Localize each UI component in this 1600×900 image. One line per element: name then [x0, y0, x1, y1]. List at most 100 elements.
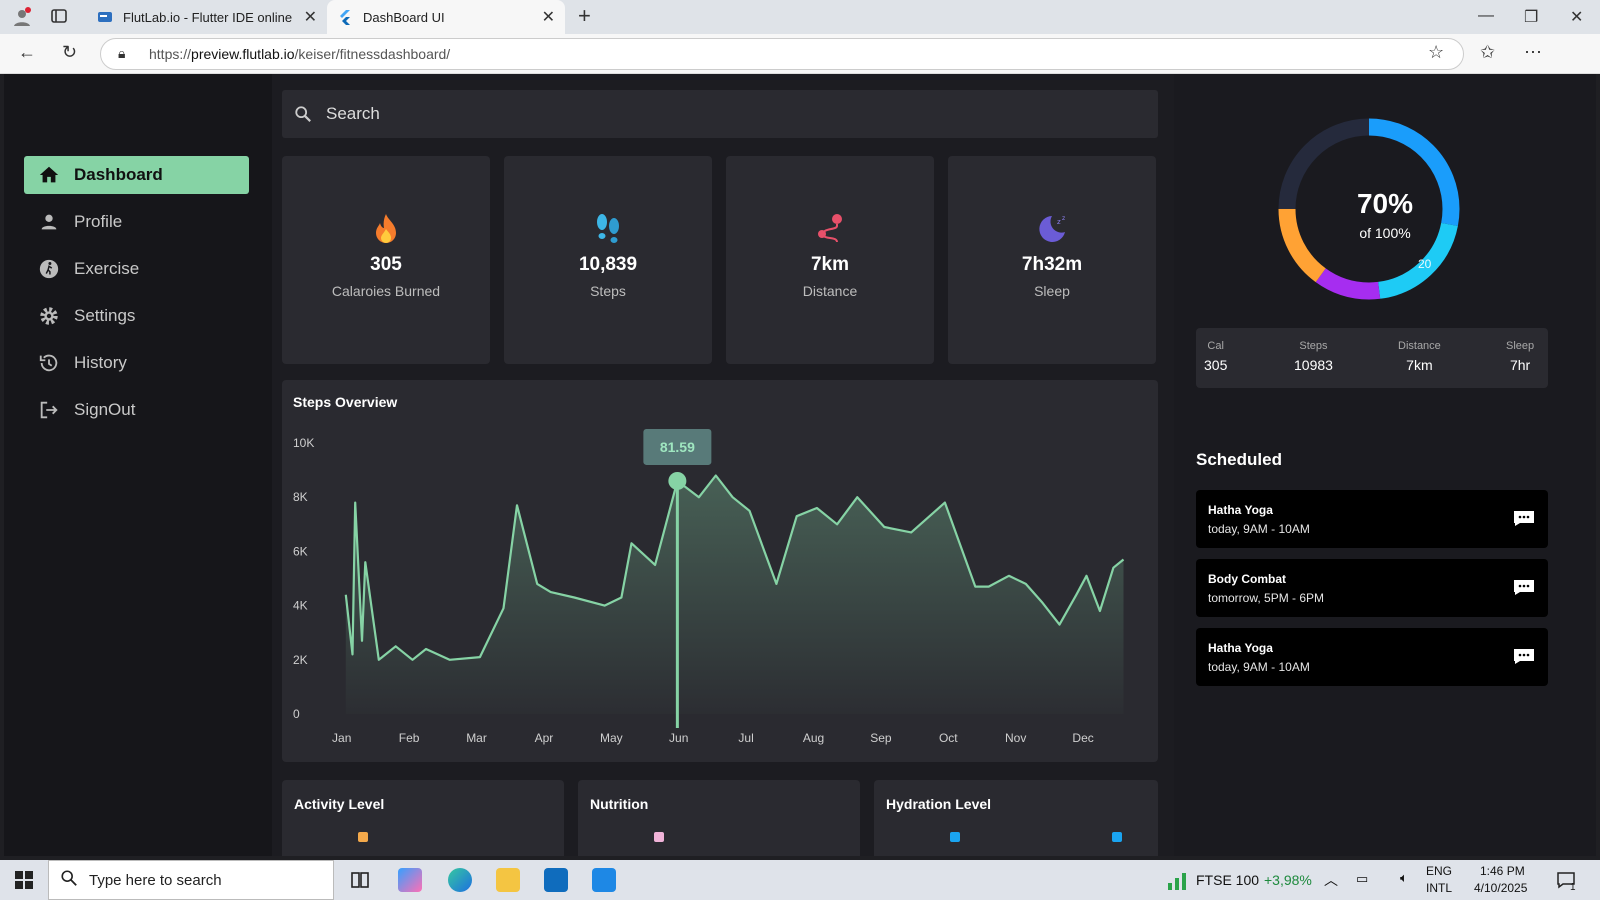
summary-key: Distance	[1398, 340, 1441, 352]
minimize-icon[interactable]: —	[1478, 7, 1494, 25]
x-tick-label: Aug	[803, 731, 824, 745]
taskbar-search-input[interactable]: Type here to search	[48, 860, 334, 900]
footsteps-icon	[504, 212, 712, 246]
search-input[interactable]: Search	[282, 90, 1158, 138]
tab-title: DashBoard UI	[363, 9, 445, 25]
tab-actions-icon[interactable]	[50, 7, 68, 30]
event-name: Body Combat	[1208, 572, 1286, 586]
nutrition-card: Nutrition	[578, 780, 860, 856]
reload-icon[interactable]: ↻	[62, 42, 77, 63]
summary-key: Steps	[1299, 340, 1328, 352]
svg-text:z: z	[1062, 215, 1065, 222]
y-tick-label: 0	[293, 707, 300, 721]
tab-dashboard[interactable]: DashBoard UI ✕	[327, 0, 565, 34]
summary-key: Sleep	[1506, 340, 1535, 352]
stat-value: 7h32m	[1021, 254, 1083, 275]
browser-tab-bar: FlutLab.io - Flutter IDE online ✕ DashBo…	[0, 0, 1600, 34]
address-bar[interactable]: https://preview.flutlab.io/keiser/fitnes…	[100, 38, 1464, 70]
sidebar-item-signout[interactable]: SignOut	[24, 391, 249, 429]
event-time: today, 9AM - 10AM	[1208, 522, 1310, 536]
network-icon[interactable]: ▭	[1356, 871, 1368, 887]
stat-card-calories: 305 Calaroies Burned	[282, 156, 490, 364]
sidebar-item-history[interactable]: History	[24, 344, 249, 382]
x-tick-label: Dec	[1072, 731, 1093, 745]
close-window-icon[interactable]: ✕	[1570, 7, 1583, 27]
stock-chart-icon[interactable]	[1166, 869, 1190, 894]
chevron-up-icon[interactable]: ︿	[1324, 870, 1338, 890]
legend-dot	[654, 832, 664, 842]
flutter-icon	[337, 9, 353, 25]
ring-subtitle: of 100%	[1359, 225, 1411, 241]
message-icon[interactable]	[1512, 510, 1536, 527]
x-tick-label: Jul	[738, 731, 753, 745]
x-tick-label: Mar	[466, 731, 487, 745]
x-tick-label: Feb	[399, 731, 420, 745]
edge-icon[interactable]	[448, 868, 472, 892]
tooltip-value: 81.59	[660, 439, 695, 455]
taskbar-search-placeholder: Type here to search	[89, 871, 222, 889]
scheduled-event[interactable]: Hatha Yoga today, 9AM - 10AM	[1196, 490, 1548, 548]
clock-time[interactable]: 1:46 PM	[1480, 864, 1525, 878]
sidebar-item-dashboard[interactable]: Dashboard	[24, 156, 249, 194]
scheduled-title: Scheduled	[1196, 450, 1282, 469]
ring-percent: 70%	[1356, 188, 1414, 219]
card-title: Nutrition	[590, 796, 649, 812]
close-tab-icon[interactable]: ✕	[542, 7, 555, 27]
stat-label: Steps	[590, 283, 626, 299]
right-panel: 70% of 100% 20 Cal 305 Steps 10983 Dista…	[1174, 74, 1596, 856]
person-icon	[41, 214, 57, 230]
scheduled-event[interactable]: Body Combat tomorrow, 5PM - 6PM	[1196, 559, 1548, 617]
sidebar-item-label: Profile	[74, 212, 123, 231]
more-icon[interactable]: ⋯	[1524, 42, 1542, 63]
sidebar-item-label: SignOut	[74, 400, 136, 419]
sidebar-item-settings[interactable]: Settings	[24, 297, 249, 335]
x-tick-label: Jan	[332, 731, 351, 745]
data-point-marker	[668, 471, 687, 490]
sidebar-item-label: History	[74, 353, 127, 372]
stat-label: Calaroies Burned	[331, 283, 441, 299]
hydration-level-card: Hydration Level	[874, 780, 1158, 856]
sidebar-item-profile[interactable]: Profile	[24, 203, 249, 241]
language-1[interactable]: ENG	[1426, 864, 1452, 878]
scheduled-event[interactable]: Hatha Yoga today, 9AM - 10AM	[1196, 628, 1548, 686]
copilot-icon[interactable]	[398, 868, 422, 892]
steps-overview-chart: Steps Overview 0 2K 4K 6K 8K 10K Jan Feb Mar Apr M…	[282, 380, 1158, 762]
tab-flutlab[interactable]: FlutLab.io - Flutter IDE online ✕	[87, 0, 327, 34]
favorite-icon[interactable]: ☆	[1428, 42, 1444, 63]
outlook-icon[interactable]	[544, 868, 568, 892]
stat-value: 10,839	[578, 254, 638, 275]
volume-icon[interactable]: 🔈︎	[1400, 870, 1408, 886]
tab-title: FlutLab.io - Flutter IDE online	[123, 9, 293, 25]
stat-card-sleep: zz 7h32m Sleep	[948, 156, 1156, 364]
message-icon[interactable]	[1512, 648, 1536, 665]
summary-key: Cal	[1207, 340, 1224, 352]
steps-chart-svg[interactable]: 0 2K 4K 6K 8K 10K Jan Feb Mar Apr May Jun Jul Aug Sep O…	[282, 380, 1158, 762]
language-2[interactable]: INTL	[1426, 881, 1452, 895]
summary-steps: Steps 10983	[1294, 340, 1333, 373]
y-tick-label: 8K	[293, 490, 308, 504]
search-icon	[295, 106, 311, 122]
windows-start-icon[interactable]	[14, 870, 34, 893]
new-tab-icon[interactable]: +	[578, 3, 591, 29]
stat-card-distance: 7km Distance	[726, 156, 934, 364]
collections-icon[interactable]: ✩	[1480, 42, 1495, 63]
history-icon	[39, 354, 58, 372]
lock-icon: 🔒︎	[118, 45, 126, 61]
restore-icon[interactable]: ❐	[1524, 7, 1538, 27]
url-prefix: https://	[149, 46, 192, 62]
stat-label: Distance	[802, 283, 858, 299]
close-tab-icon[interactable]: ✕	[304, 7, 317, 27]
clock-date[interactable]: 4/10/2025	[1474, 881, 1527, 895]
event-name: Hatha Yoga	[1208, 503, 1273, 517]
back-icon[interactable]: ←	[18, 42, 36, 63]
media-player-icon[interactable]	[592, 868, 616, 892]
profile-icon[interactable]	[12, 7, 32, 32]
summary-value: 10983	[1294, 357, 1333, 373]
y-tick-label: 4K	[293, 599, 308, 613]
task-view-icon[interactable]	[350, 870, 370, 893]
sidebar-item-exercise[interactable]: Exercise	[24, 250, 249, 288]
message-icon[interactable]	[1512, 579, 1536, 596]
event-time: tomorrow, 5PM - 6PM	[1208, 591, 1325, 605]
file-explorer-icon[interactable]	[496, 868, 520, 892]
x-tick-label: Sep	[870, 731, 892, 745]
